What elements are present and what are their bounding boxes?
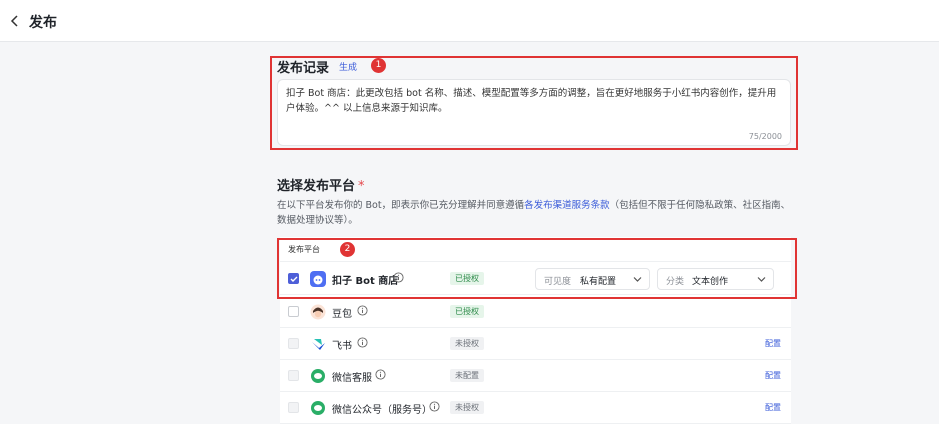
platform-name: 微信客服 <box>332 373 372 384</box>
platform-checkbox[interactable] <box>288 402 299 413</box>
top-bar: 发布 <box>0 0 939 42</box>
required-mark: * <box>358 179 365 194</box>
platform-checkbox[interactable] <box>288 370 299 381</box>
configure-link[interactable]: 配置 <box>765 370 781 381</box>
platform-row-wechat-kf: 微信客服 未配置 配置 <box>280 360 791 392</box>
annotation-box-1 <box>270 56 798 150</box>
status-badge: 已授权 <box>450 305 484 318</box>
desc-prefix: 在以下平台发布你的 Bot，即表示你已充分理解并同意遵循 <box>277 200 525 211</box>
terms-link[interactable]: 各发布渠道服务条款 <box>524 200 610 211</box>
annotation-box-2 <box>277 238 797 299</box>
status-badge: 未配置 <box>450 369 484 382</box>
info-icon[interactable] <box>375 369 386 380</box>
annotation-number-1: 1 <box>371 58 386 73</box>
info-icon[interactable] <box>429 401 440 412</box>
feishu-logo-icon <box>312 339 325 350</box>
info-icon[interactable] <box>357 305 368 316</box>
platforms-title-text: 选择发布平台 <box>277 179 356 194</box>
status-badge: 未授权 <box>450 337 484 350</box>
platform-name: 微信公众号（服务号） <box>332 405 432 416</box>
page-title: 发布 <box>29 15 57 31</box>
platform-row-doubao: 豆包 已授权 <box>280 296 791 328</box>
wechat-logo-icon <box>311 369 325 383</box>
platform-checkbox[interactable] <box>288 306 299 317</box>
configure-link[interactable]: 配置 <box>765 338 781 349</box>
platform-row-feishu: 飞书 未授权 配置 <box>280 328 791 360</box>
back-arrow-icon[interactable] <box>9 13 21 29</box>
status-badge: 未授权 <box>450 401 484 414</box>
platform-checkbox[interactable] <box>288 338 299 349</box>
annotation-number-2: 2 <box>340 242 355 257</box>
wechat-logo-icon <box>311 401 325 415</box>
configure-link[interactable]: 配置 <box>765 402 781 413</box>
info-icon[interactable] <box>357 337 368 348</box>
doubao-avatar-icon <box>310 304 326 320</box>
platform-name: 豆包 <box>332 309 352 320</box>
platform-row-wechat-oa: 微信公众号（服务号） 未授权 配置 <box>280 392 791 424</box>
platforms-title: 选择发布平台 * <box>277 175 365 194</box>
platform-name: 飞书 <box>332 341 352 352</box>
platforms-description: 在以下平台发布你的 Bot，即表示你已充分理解并同意遵循各发布渠道服务条款（包括… <box>277 198 793 228</box>
